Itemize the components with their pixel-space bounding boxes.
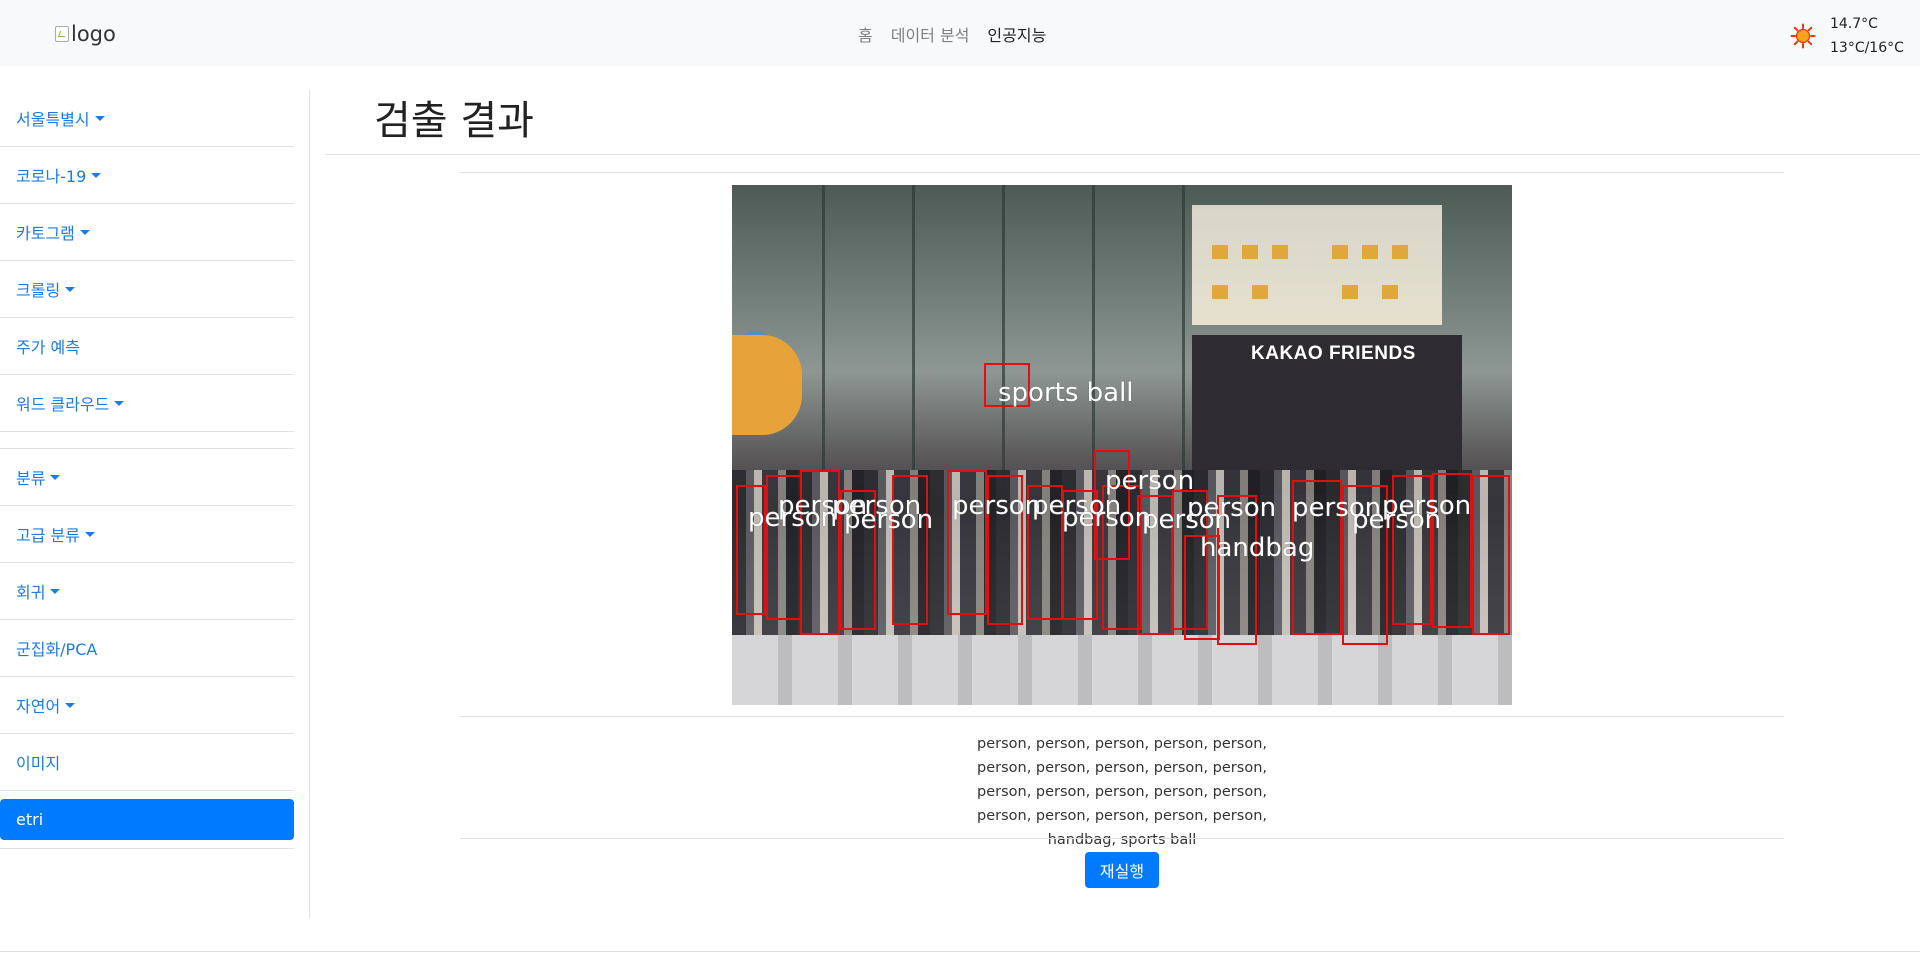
shelf-product (1392, 245, 1408, 259)
caret-down-icon (50, 588, 61, 594)
sidebar-item-label: 고급 분류 (16, 526, 80, 545)
sidebar-item-label: 워드 클라우드 (16, 395, 110, 414)
footer-divider (0, 951, 1920, 952)
sidebar-item-crawling[interactable]: 크롤링 (0, 261, 294, 318)
divider (460, 838, 1784, 839)
min-max-temperature: 13°C/16°C (1830, 40, 1904, 56)
sidebar-item-label: 군집화/PCA (16, 640, 98, 659)
logo-alt-text: logo (71, 22, 116, 46)
caret-down-icon (84, 531, 95, 537)
shelf-product (1212, 245, 1228, 259)
crosswalk (732, 635, 1512, 705)
sidebar-item-word-cloud[interactable]: 워드 클라우드 (0, 375, 294, 432)
shelf-product (1252, 285, 1268, 299)
sidebar-divider (0, 848, 294, 849)
detection-result-image: KAKAO FRIENDS sports ball person person … (732, 185, 1512, 705)
caret-down-icon (50, 474, 61, 480)
ryan-character (732, 335, 802, 435)
sidebar-item-covid19[interactable]: 코로나-19 (0, 147, 294, 204)
caret-down-icon (91, 172, 102, 178)
sidebar-item-label: 분류 (16, 469, 46, 488)
sidebar-item-cartogram[interactable]: 카토그램 (0, 204, 294, 261)
sidebar-item-advanced-classification[interactable]: 고급 분류 (0, 506, 294, 563)
store-shelf (1192, 205, 1442, 325)
sidebar-item-etri[interactable]: etri (0, 799, 294, 840)
nav-home[interactable]: 홈 (858, 22, 873, 46)
result-text-body: person, person, person, person, person, … (977, 736, 1267, 848)
top-navbar: logo 홈 데이터 분석 인공지능 14.7°C 13°C/16°C (0, 0, 1920, 66)
sidebar-item-seoul[interactable]: 서울특별시 (0, 90, 294, 147)
sidebar-item-label: 회귀 (16, 583, 46, 602)
sidebar-item-clustering-pca[interactable]: 군집화/PCA (0, 620, 294, 677)
shelf-product (1342, 285, 1358, 299)
detection-label-person: person (1352, 505, 1442, 535)
shelf-product (1332, 245, 1348, 259)
window-frame (1002, 185, 1005, 495)
caret-down-icon (114, 400, 125, 406)
detection-label-person: person (748, 503, 838, 533)
divider (460, 716, 1784, 717)
detection-label-person: person (952, 491, 1042, 521)
sidebar-item-label: 코로나-19 (16, 167, 87, 186)
shelf-product (1212, 285, 1228, 299)
sidebar-item-label: etri (16, 810, 44, 829)
shelf-product (1272, 245, 1288, 259)
page-title: 검출 결과 (374, 98, 534, 144)
detection-label-person: person (1062, 503, 1152, 533)
detection-box-person (1472, 475, 1510, 635)
sidebar-item-label: 서울특별시 (16, 110, 90, 129)
store-sign: KAKAO FRIENDS (1251, 343, 1416, 364)
nav-data-analysis[interactable]: 데이터 분석 (891, 22, 970, 46)
sidebar-item-stock-prediction[interactable]: 주가 예측 (0, 318, 294, 375)
weather-widget: 14.7°C 13°C/16°C (1790, 12, 1904, 60)
detection-label-person: person (844, 505, 934, 535)
sidebar-item-label: 크롤링 (16, 281, 61, 300)
shelf-product (1362, 245, 1378, 259)
current-temperature: 14.7°C (1830, 16, 1878, 32)
caret-down-icon (65, 286, 76, 292)
sidebar-item-regression[interactable]: 회귀 (0, 563, 294, 620)
detection-label-person: person (1142, 505, 1232, 535)
title-divider (325, 154, 1920, 155)
sidebar-item-classification[interactable]: 분류 (0, 449, 294, 506)
caret-down-icon (65, 702, 76, 708)
sidebar-item-label: 카토그램 (16, 224, 75, 243)
window-frame (1182, 185, 1185, 495)
sidebar-divider (0, 432, 294, 449)
shelf-product (1242, 245, 1258, 259)
window-frame (912, 185, 915, 495)
sidebar-border (309, 90, 310, 918)
window-frame (1092, 185, 1095, 495)
rerun-button[interactable]: 재실행 (1085, 852, 1159, 888)
sidebar-item-label: 주가 예측 (16, 338, 80, 357)
sidebar: 서울특별시 코로나-19 카토그램 크롤링 주가 예측 워드 클라우드 분류 고… (0, 90, 294, 849)
window-frame (822, 185, 825, 495)
detection-label-sports-ball: sports ball (998, 378, 1134, 408)
caret-down-icon (79, 229, 90, 235)
main-nav: 홈 데이터 분석 인공지능 (858, 22, 1046, 46)
sidebar-item-image[interactable]: 이미지 (0, 734, 294, 791)
sun-icon (1790, 23, 1816, 49)
logo[interactable]: logo (55, 22, 116, 46)
detection-result-text: person, person, person, person, person, … (460, 732, 1784, 852)
nav-ai[interactable]: 인공지능 (987, 22, 1046, 46)
sidebar-item-label: 자연어 (16, 697, 61, 716)
sidebar-item-label: 이미지 (16, 754, 61, 773)
divider (460, 172, 1784, 173)
caret-down-icon (94, 115, 105, 121)
detection-label-handbag: handbag (1200, 533, 1315, 563)
broken-image-icon (55, 26, 69, 42)
sidebar-item-nlp[interactable]: 자연어 (0, 677, 294, 734)
shelf-product (1382, 285, 1398, 299)
